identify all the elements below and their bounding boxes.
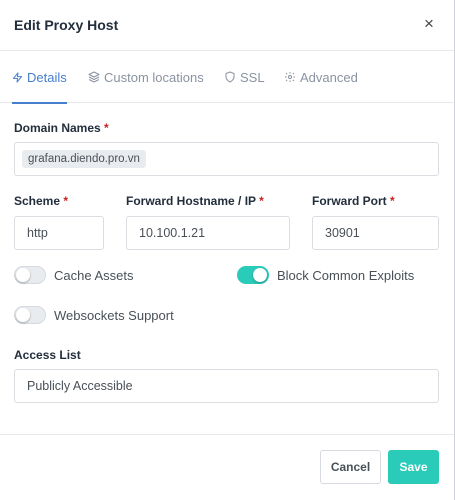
required-mark: *	[63, 194, 69, 208]
close-icon[interactable]: ×	[420, 13, 438, 35]
shield-icon	[225, 71, 235, 83]
layers-icon	[88, 71, 100, 83]
save-button[interactable]: Save	[388, 450, 439, 484]
block-exploits-label: Block Common Exploits	[277, 267, 415, 283]
forward-port-value: 30901	[325, 226, 360, 240]
websockets-switch[interactable]	[14, 306, 46, 324]
required-mark: *	[104, 121, 109, 135]
access-list-select[interactable]: Publicly Accessible	[14, 369, 439, 403]
tab-advanced-label: Advanced	[300, 69, 358, 85]
domain-tag[interactable]: grafana.diendo.pro.vn	[22, 150, 146, 168]
access-list-label: Access List	[14, 348, 81, 362]
forward-host-input[interactable]: 10.100.1.21	[126, 216, 290, 250]
required-mark: *	[259, 194, 264, 208]
tab-advanced[interactable]: Advanced	[284, 51, 358, 103]
forward-port-label-text: Forward Port	[312, 194, 387, 208]
domain-names-input[interactable]: grafana.diendo.pro.vn	[14, 142, 439, 176]
block-exploits-switch[interactable]	[237, 266, 269, 284]
domain-names-label: Domain Names *	[14, 121, 109, 135]
websockets-toggle[interactable]: Websockets Support	[14, 306, 174, 324]
required-mark: *	[390, 194, 395, 208]
scheme-label-text: Scheme	[14, 194, 61, 208]
forward-host-value: 10.100.1.21	[139, 226, 206, 240]
tab-details-label: Details	[27, 69, 67, 85]
tab-custom-locations-label: Custom locations	[104, 69, 204, 85]
scheme-value: http	[27, 226, 48, 240]
scheme-select[interactable]: http	[14, 216, 104, 250]
edit-proxy-host-modal: Edit Proxy Host × Details Custom locatio…	[0, 0, 455, 500]
tab-ssl[interactable]: SSL	[224, 51, 265, 103]
gear-icon	[285, 72, 295, 82]
block-exploits-toggle[interactable]: Block Common Exploits	[237, 266, 414, 284]
modal-header: Edit Proxy Host ×	[0, 0, 454, 51]
domain-names-label-text: Domain Names	[14, 121, 101, 135]
tab-details[interactable]: Details	[12, 51, 67, 104]
cache-assets-label: Cache Assets	[54, 267, 134, 283]
cancel-button[interactable]: Cancel	[320, 450, 381, 484]
access-list-value: Publicly Accessible	[27, 379, 133, 393]
scheme-label: Scheme *	[14, 194, 68, 208]
forward-host-label-text: Forward Hostname / IP	[126, 194, 256, 208]
modal-title: Edit Proxy Host	[14, 17, 119, 33]
forward-host-label: Forward Hostname / IP *	[126, 194, 264, 208]
modal-footer: Cancel Save	[0, 434, 454, 500]
forward-port-input[interactable]: 30901	[312, 216, 439, 250]
tab-custom-locations[interactable]: Custom locations	[88, 51, 204, 103]
cache-assets-switch[interactable]	[14, 266, 46, 284]
websockets-label: Websockets Support	[54, 307, 174, 323]
cache-assets-toggle[interactable]: Cache Assets	[14, 266, 134, 284]
forward-port-label: Forward Port *	[312, 194, 395, 208]
bolt-icon	[12, 71, 23, 83]
tab-bar: Details Custom locations SSL Advanced	[0, 51, 454, 104]
tab-ssl-label: SSL	[240, 69, 265, 85]
access-list-label-text: Access List	[14, 348, 81, 362]
